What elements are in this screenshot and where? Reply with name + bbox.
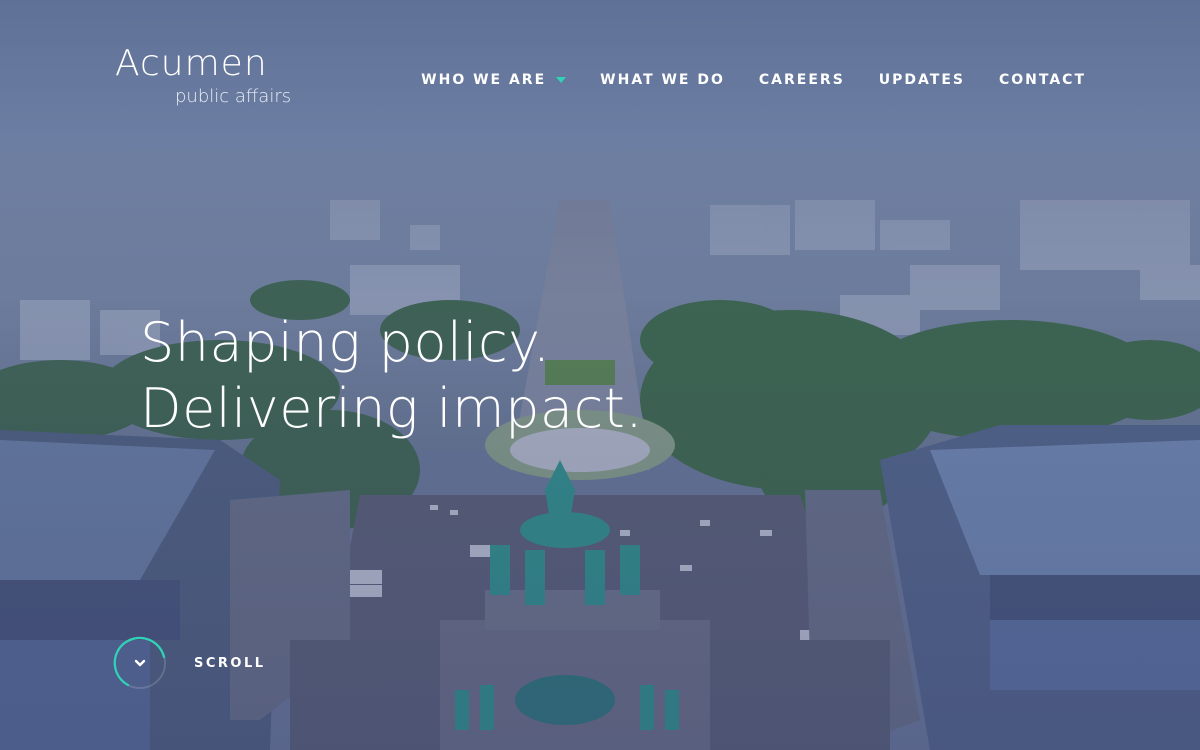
nav-item-label: CAREERS (758, 72, 845, 88)
nav-item-label: CONTACT (998, 72, 1086, 88)
chevron-down-icon (556, 77, 567, 83)
logo[interactable]: Acumen public affairs (115, 44, 305, 114)
headline-line-1: Shaping policy. (140, 311, 551, 374)
main-nav: WHO WE ARE WHAT WE DO CAREERS UPDATES CO… (421, 72, 1086, 88)
nav-item-label: WHAT WE DO (600, 72, 725, 88)
nav-item-what-we-do[interactable]: WHAT WE DO (600, 72, 725, 88)
nav-item-label: WHO WE ARE (421, 72, 547, 88)
scroll-button[interactable]: SCROLL (112, 635, 266, 691)
logo-tagline: public affairs (175, 86, 292, 107)
hero-headline: Shaping policy. Delivering impact. (140, 310, 643, 442)
scroll-ring-icon (113, 636, 166, 689)
nav-item-label: UPDATES (878, 72, 965, 88)
scroll-label: SCROLL (194, 655, 266, 671)
headline-line-2: Delivering impact. (140, 377, 643, 440)
nav-item-who-we-are[interactable]: WHO WE ARE (421, 72, 567, 88)
nav-item-updates[interactable]: UPDATES (879, 72, 965, 88)
logo-wordmark: Acumen (115, 43, 268, 84)
chevron-down-icon (134, 659, 146, 667)
nav-item-careers[interactable]: CAREERS (759, 72, 845, 88)
nav-item-contact[interactable]: CONTACT (999, 72, 1086, 88)
hero-section: Acumen public affairs WHO WE ARE WHAT WE… (0, 0, 1200, 750)
